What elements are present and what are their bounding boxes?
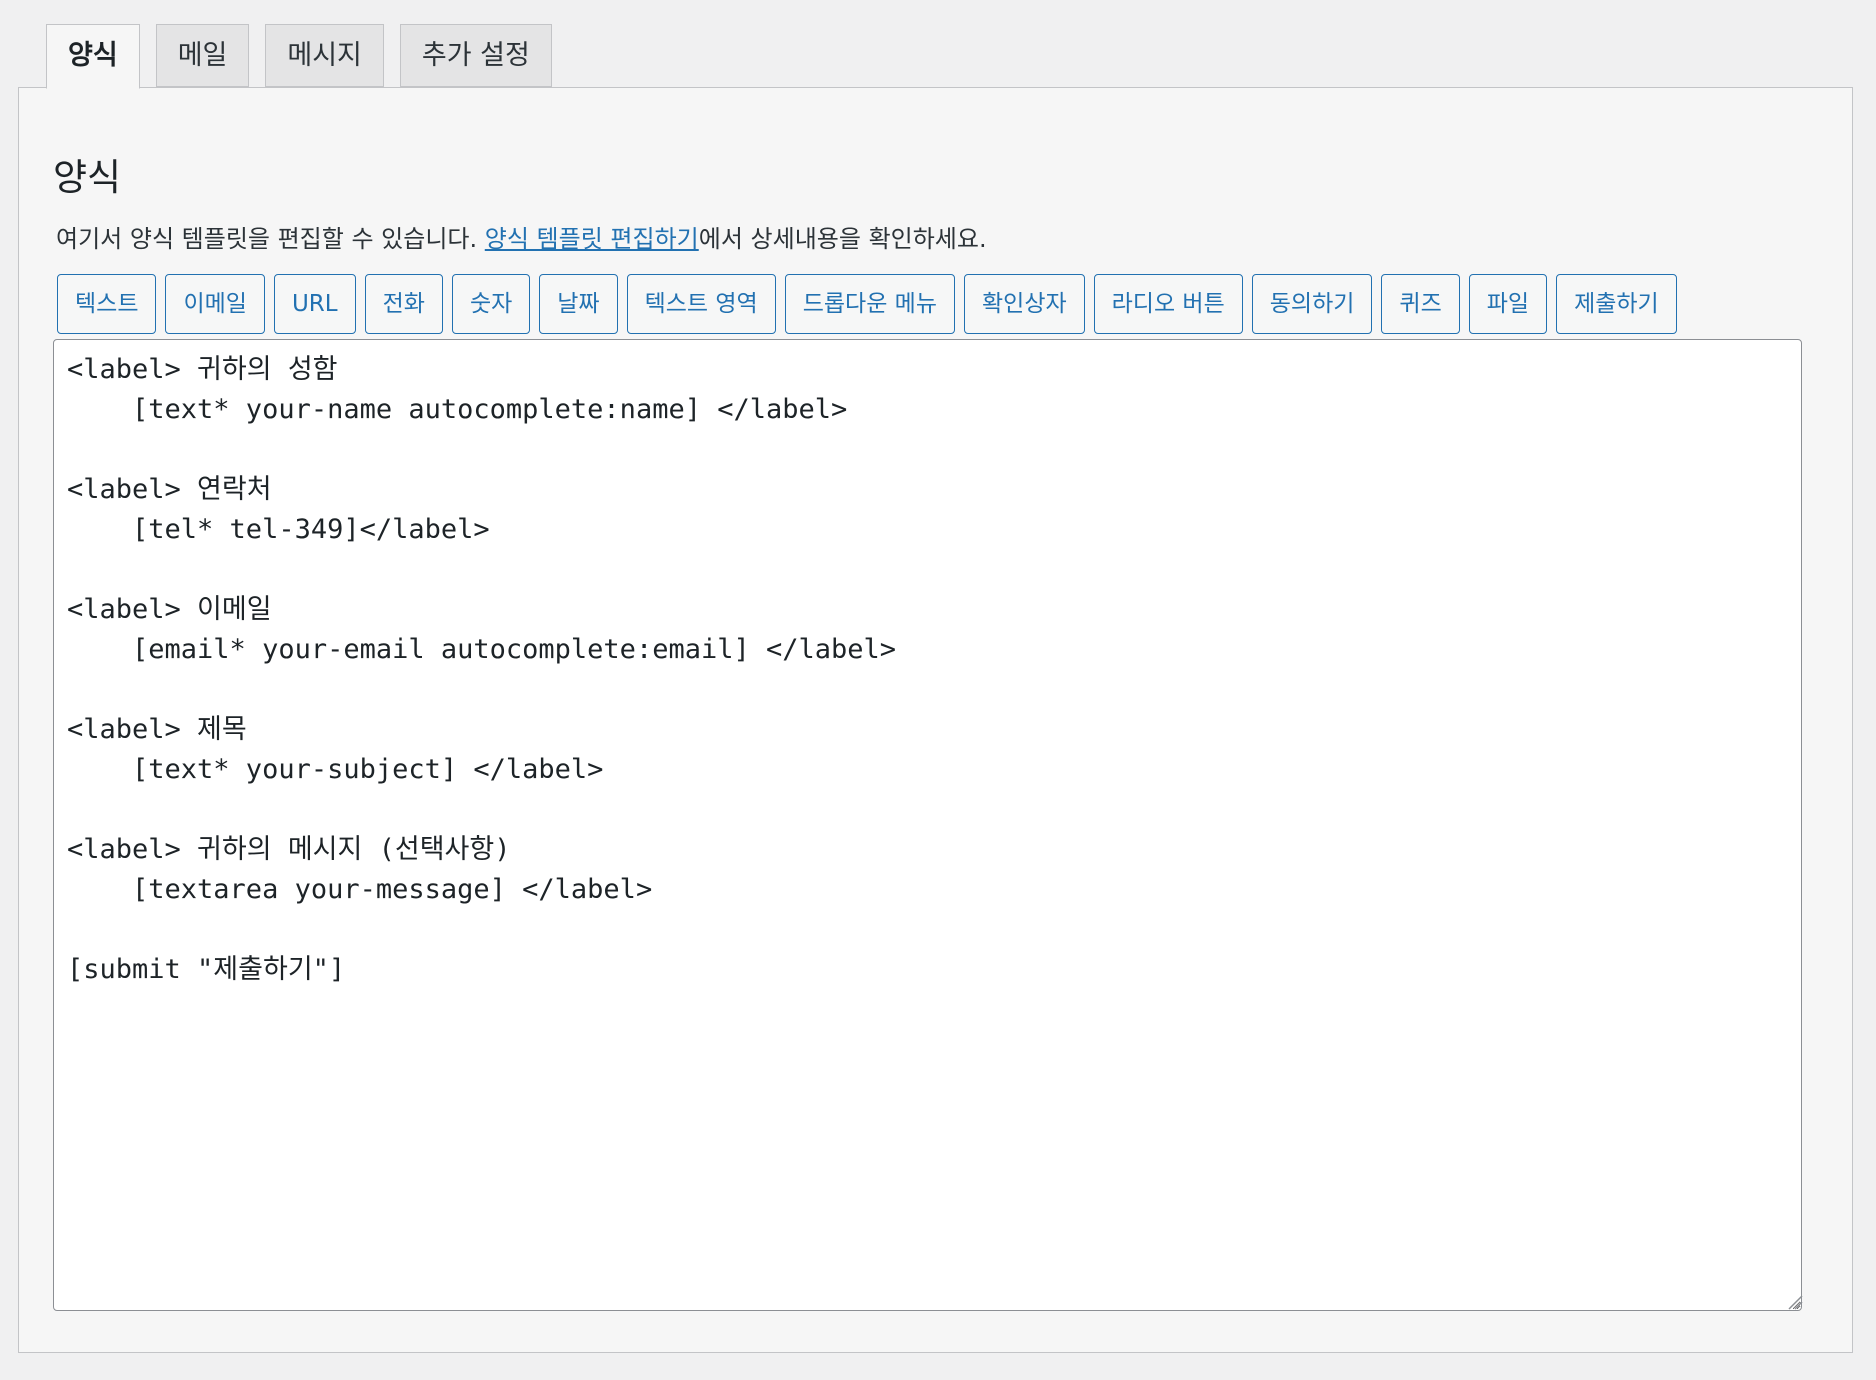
tab-additional-settings[interactable]: 추가 설정 bbox=[399, 24, 552, 87]
date-tag-button[interactable]: 날짜 bbox=[539, 274, 618, 334]
settings-tabs: 양식 메일 메시지 추가 설정 bbox=[46, 24, 552, 89]
form-description: 여기서 양식 템플릿을 편집할 수 있습니다. 양식 템플릿 편집하기에서 상세… bbox=[56, 222, 987, 256]
acceptance-tag-button[interactable]: 동의하기 bbox=[1251, 274, 1373, 334]
radio-button-tag-button[interactable]: 라디오 버튼 bbox=[1093, 274, 1243, 334]
description-text: 여기서 양식 템플릿을 편집할 수 있습니다. bbox=[56, 225, 485, 253]
edit-form-template-link[interactable]: 양식 템플릿 편집하기 bbox=[485, 225, 699, 253]
tab-form[interactable]: 양식 bbox=[46, 24, 140, 89]
text-tag-button[interactable]: 텍스트 bbox=[57, 274, 157, 334]
url-tag-button[interactable]: URL bbox=[273, 274, 356, 334]
tab-messages[interactable]: 메시지 bbox=[265, 24, 384, 87]
description-suffix: 에서 상세내용을 확인하세요. bbox=[698, 225, 987, 253]
textarea-tag-button[interactable]: 텍스트 영역 bbox=[626, 274, 776, 334]
checkbox-tag-button[interactable]: 확인상자 bbox=[964, 274, 1085, 334]
tag-generator-toolbar: 텍스트 이메일 URL 전화 숫자 날짜 텍스트 영역 드롭다운 메뉴 확인상자… bbox=[57, 274, 1677, 334]
quiz-tag-button[interactable]: 퀴즈 bbox=[1381, 274, 1460, 334]
file-tag-button[interactable]: 파일 bbox=[1468, 274, 1548, 334]
form-panel: 양식 여기서 양식 템플릿을 편집할 수 있습니다. 양식 템플릿 편집하기에서… bbox=[18, 87, 1853, 1353]
form-section-title: 양식 bbox=[53, 156, 122, 199]
telephone-tag-button[interactable]: 전화 bbox=[364, 274, 443, 334]
submit-tag-button[interactable]: 제출하기 bbox=[1556, 274, 1677, 334]
dropdown-menu-tag-button[interactable]: 드롭다운 메뉴 bbox=[784, 274, 955, 334]
email-tag-button[interactable]: 이메일 bbox=[165, 274, 265, 334]
number-tag-button[interactable]: 숫자 bbox=[451, 274, 531, 334]
tab-mail[interactable]: 메일 bbox=[155, 24, 250, 87]
form-template-editor[interactable]: <label> 귀하의 성함 [text* your-name autocomp… bbox=[53, 339, 1802, 1311]
